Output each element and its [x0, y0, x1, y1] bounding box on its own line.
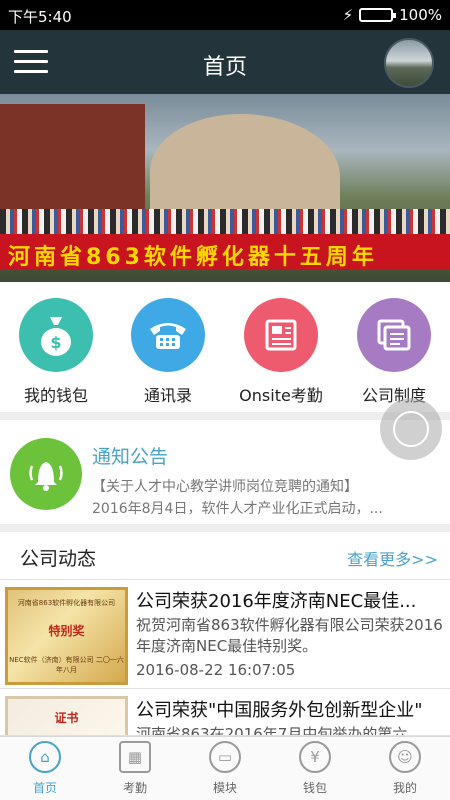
money-bag-icon: $: [19, 298, 93, 372]
news-item[interactable]: 河南省863软件孵化器有限公司 特别奖 NEC软件（济南）有限公司 二〇一六年八…: [0, 581, 450, 689]
wallet-label: 我的钱包: [23, 386, 88, 405]
charging-icon: ⚡: [342, 6, 354, 24]
status-time: 下午5:40: [8, 8, 72, 26]
user-icon: ☺: [389, 741, 421, 773]
news-date: 2016-08-22 16:07:05: [136, 661, 296, 679]
floating-assistive-button[interactable]: [380, 398, 442, 460]
tab-modules[interactable]: ▭ 模块: [180, 741, 270, 796]
tab-profile[interactable]: ☺ 我的: [360, 741, 450, 796]
tab-home[interactable]: ⌂ 首页: [0, 741, 90, 796]
news-thumbnail: 河南省863软件孵化器有限公司 特别奖 NEC软件（济南）有限公司 二〇一六年八…: [5, 587, 128, 685]
news-section-header: 公司动态 查看更多>>: [0, 532, 450, 580]
page-title: 首页: [202, 55, 247, 80]
tab-attendance[interactable]: ▦ 考勤: [90, 741, 180, 796]
news-headline: 公司荣获2016年度济南NEC最佳...: [136, 591, 417, 612]
onsite-attendance-label: Onsite考勤: [239, 386, 323, 405]
tab-wallet[interactable]: ¥ 钱包: [270, 741, 360, 796]
notice-title: 通知公告: [92, 446, 169, 468]
svg-text:$: $: [50, 333, 61, 352]
calendar-icon: ▦: [119, 741, 151, 773]
news-thumbnail: 证书: [5, 696, 128, 735]
battery-percent: 100%: [399, 6, 442, 24]
quick-actions: $ 我的钱包 通讯录 Onsite考勤 公司制度: [0, 282, 450, 412]
monitor-icon: ▭: [209, 741, 241, 773]
news-summary: 河南省863在2016年7月中旬举办的第六: [136, 725, 408, 736]
wallet-button[interactable]: $ 我的钱包: [6, 298, 106, 406]
news-item[interactable]: 证书 公司荣获"中国服务外包创新型企业" 河南省863在2016年7月中旬举办的…: [0, 690, 450, 736]
view-more-link[interactable]: 查看更多>>: [347, 546, 438, 570]
contacts-button[interactable]: 通讯录: [118, 298, 218, 406]
news-headline: 公司荣获"中国服务外包创新型企业": [136, 700, 423, 721]
banner-sign: 河南省863软件孵化器十五周年: [0, 234, 450, 270]
notice-summary: 2016年8月4日，软件人才产业化正式启动，...: [92, 501, 383, 517]
bottom-tab-bar: ⌂ 首页 ▦ 考勤 ▭ 模块 ¥ 钱包 ☺ 我的: [0, 736, 450, 800]
contacts-label: 通讯录: [143, 386, 192, 405]
bell-icon: [10, 438, 82, 510]
status-bar: 下午5:40 ⚡ 100%: [0, 0, 450, 30]
divider: [0, 524, 450, 532]
news-section-title: 公司动态: [20, 548, 97, 570]
notice-headline: 【关于人才中心教学讲师岗位竞聘的通知】: [92, 479, 358, 495]
telephone-icon: [131, 298, 205, 372]
onsite-attendance-button[interactable]: Onsite考勤: [231, 298, 331, 406]
news-summary: 祝贺河南省863软件孵化器有限公司荣获2016年度济南NEC最佳特别奖。: [136, 616, 443, 655]
app-bar: 首页: [0, 30, 450, 94]
document-icon: [244, 298, 318, 372]
home-icon: ⌂: [29, 741, 61, 773]
status-right: ⚡ 100%: [343, 6, 442, 24]
battery-icon: [359, 8, 397, 22]
company-policy-button[interactable]: 公司制度: [344, 298, 444, 406]
banner-image[interactable]: 河南省863软件孵化器十五周年: [0, 94, 450, 282]
file-stack-icon: [357, 298, 431, 372]
yen-icon: ¥: [299, 741, 331, 773]
avatar[interactable]: [384, 38, 434, 88]
